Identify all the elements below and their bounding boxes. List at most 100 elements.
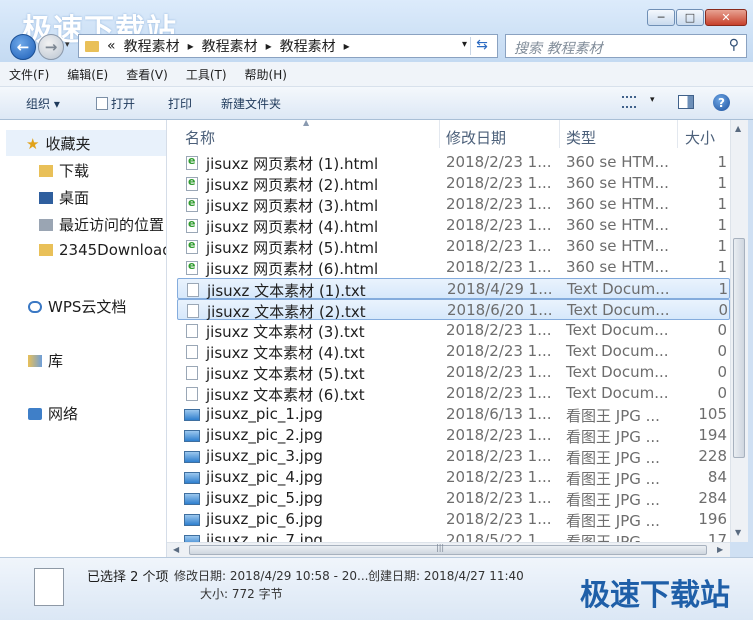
file-row[interactable]: jisuxz_pic_6.jpg 2018/2/23 1... 看图王 JPG ..… <box>177 509 730 530</box>
refresh-icon[interactable]: ⇆ <box>470 37 493 55</box>
file-name: jisuxz 网页素材 (4).html <box>206 218 379 236</box>
file-name: jisuxz_pic_7.jpg <box>206 531 323 542</box>
search-input[interactable]: 搜索 教程素材 ⚲ <box>505 34 747 58</box>
breadcrumb-separator[interactable]: ▸ <box>266 39 272 53</box>
file-type: 360 se HTM... <box>566 237 669 255</box>
file-row[interactable]: jisuxz_pic_3.jpg 2018/2/23 1... 看图王 JPG ..… <box>177 446 730 467</box>
file-row[interactable]: jisuxz 文本素材 (2).txt 2018/6/20 1... Text Do… <box>177 299 730 321</box>
nav-desktop[interactable]: 桌面 <box>39 187 89 208</box>
file-name: jisuxz 文本素材 (4).txt <box>206 344 365 362</box>
search-icon[interactable]: ⚲ <box>729 37 739 53</box>
breadcrumb-item[interactable]: 教程素材 <box>124 36 180 56</box>
menu-help[interactable]: 帮助(H) <box>236 66 296 83</box>
open-button[interactable]: 打开 <box>96 95 135 112</box>
recent-pages-dropdown[interactable]: ▾ <box>65 40 70 50</box>
address-bar[interactable]: « 教程素材 ▸ 教程素材 ▸ 教程素材 ▸ ▾ ⇆ <box>78 34 498 58</box>
nav-downloads[interactable]: 下载 <box>39 160 89 181</box>
folder-icon <box>85 40 99 52</box>
column-divider[interactable] <box>677 120 678 148</box>
preview-pane-icon[interactable] <box>678 95 694 109</box>
horizontal-scroll-thumb[interactable]: ||| <box>189 543 707 555</box>
file-name: jisuxz 网页素材 (1).html <box>206 155 379 173</box>
file-row[interactable]: jisuxz 文本素材 (4).txt 2018/2/23 1... Text Do… <box>177 341 730 362</box>
vertical-scrollbar[interactable]: ▲ ▼ <box>730 120 748 542</box>
column-divider[interactable] <box>439 120 440 148</box>
watermark-logo-bottom: 极速下载站 <box>580 578 730 613</box>
file-name: jisuxz_pic_6.jpg <box>206 510 323 528</box>
horizontal-scrollbar[interactable]: ◀ ||| ▶ <box>167 542 730 558</box>
file-row[interactable]: jisuxz 网页素材 (5).html 2018/2/23 1... 360 se… <box>177 236 730 257</box>
file-row[interactable]: jisuxz 文本素材 (5).txt 2018/2/23 1... Text Do… <box>177 362 730 383</box>
document-icon <box>96 97 108 110</box>
print-button[interactable]: 打印 <box>168 95 192 112</box>
file-row[interactable]: jisuxz 网页素材 (3).html 2018/2/23 1... 360 se… <box>177 194 730 215</box>
file-type: 360 se HTM... <box>566 216 669 234</box>
organize-button[interactable]: 组织 ▾ <box>26 95 60 112</box>
recent-places-icon <box>39 218 53 231</box>
scroll-down-button[interactable]: ▼ <box>735 528 741 537</box>
breadcrumb-separator[interactable]: ▸ <box>188 39 194 53</box>
file-name: jisuxz 文本素材 (2).txt <box>207 303 366 321</box>
html-file-icon <box>186 196 198 212</box>
file-name: jisuxz_pic_5.jpg <box>206 489 323 507</box>
back-button[interactable]: ← <box>10 34 36 60</box>
txt-file-icon <box>186 366 198 380</box>
file-row[interactable]: jisuxz 网页素材 (1).html 2018/2/23 1... 360 se… <box>177 152 730 173</box>
file-date: 2018/2/23 1... <box>446 447 552 465</box>
file-date: 2018/2/23 1... <box>446 363 552 381</box>
nav-favorites[interactable]: ★ 收藏夹 <box>26 133 90 154</box>
scroll-up-button[interactable]: ▲ <box>735 124 741 133</box>
nav-wps-cloud[interactable]: WPS云文档 <box>28 296 126 317</box>
file-row[interactable]: jisuxz_pic_4.jpg 2018/2/23 1... 看图王 JPG ..… <box>177 467 730 488</box>
help-icon[interactable]: ? <box>713 94 730 111</box>
scroll-right-button[interactable]: ▶ <box>717 545 723 554</box>
view-options-icon[interactable] <box>622 96 636 108</box>
minimize-button[interactable]: ─ <box>647 9 675 26</box>
column-header-date[interactable]: 修改日期 <box>446 127 506 148</box>
column-divider[interactable] <box>559 120 560 148</box>
menu-edit[interactable]: 编辑(E) <box>58 66 117 83</box>
breadcrumb-item[interactable]: 教程素材 <box>202 36 258 56</box>
jpg-file-icon <box>184 430 200 442</box>
menu-view[interactable]: 查看(V) <box>117 66 177 83</box>
new-folder-button[interactable]: 新建文件夹 <box>221 95 281 112</box>
menu-file[interactable]: 文件(F) <box>0 66 58 83</box>
file-row[interactable]: jisuxz 文本素材 (1).txt 2018/4/29 1... Text Do… <box>177 278 730 300</box>
file-row[interactable]: jisuxz_pic_7.jpg 2018/5/22 1... 看图王 JPG ..… <box>177 530 730 542</box>
breadcrumb-item[interactable]: 教程素材 <box>280 36 336 56</box>
file-row[interactable]: jisuxz 网页素材 (4).html 2018/2/23 1... 360 se… <box>177 215 730 236</box>
nav-network[interactable]: 网络 <box>28 403 78 424</box>
nav-library[interactable]: 库 <box>28 350 63 371</box>
address-overflow[interactable]: « <box>107 38 116 54</box>
file-row[interactable]: jisuxz_pic_1.jpg 2018/6/13 1... 看图王 JPG ..… <box>177 404 730 425</box>
file-row[interactable]: jisuxz 文本素材 (6).txt 2018/2/23 1... Text Do… <box>177 383 730 404</box>
column-header-type[interactable]: 类型 <box>566 127 596 148</box>
nav-recent[interactable]: 最近访问的位置 <box>39 214 164 235</box>
jpg-file-icon <box>184 472 200 484</box>
search-placeholder: 搜索 教程素材 <box>514 41 603 57</box>
view-dropdown-button[interactable]: ▾ <box>650 95 655 105</box>
file-date: 2018/2/23 1... <box>446 384 552 402</box>
maximize-button[interactable]: □ <box>676 9 704 26</box>
file-row[interactable]: jisuxz_pic_5.jpg 2018/2/23 1... 看图王 JPG ..… <box>177 488 730 509</box>
forward-button[interactable]: → <box>38 34 64 60</box>
file-row[interactable]: jisuxz 文本素材 (3).txt 2018/2/23 1... Text Do… <box>177 320 730 341</box>
nav-2345downloads[interactable]: 2345Downloads <box>39 241 166 259</box>
column-header-name[interactable]: 名称 <box>185 127 215 148</box>
column-header-size[interactable]: 大小 <box>685 127 715 148</box>
menu-tools[interactable]: 工具(T) <box>177 66 236 83</box>
arrow-right-icon: → <box>44 38 58 56</box>
file-size: 0 <box>717 321 727 339</box>
address-dropdown-button[interactable]: ▾ <box>462 39 467 50</box>
vertical-scroll-thumb[interactable] <box>733 238 745 458</box>
file-size: 1 <box>717 195 727 213</box>
file-size: 17 <box>707 531 727 542</box>
file-type: 360 se HTM... <box>566 153 669 171</box>
scroll-left-button[interactable]: ◀ <box>173 545 179 554</box>
file-row[interactable]: jisuxz 网页素材 (6).html 2018/2/23 1... 360 se… <box>177 257 730 278</box>
close-button[interactable]: ✕ <box>705 9 747 26</box>
breadcrumb-separator[interactable]: ▸ <box>344 39 350 53</box>
file-row[interactable]: jisuxz 网页素材 (2).html 2018/2/23 1... 360 se… <box>177 173 730 194</box>
file-date: 2018/2/23 1... <box>446 468 552 486</box>
file-row[interactable]: jisuxz_pic_2.jpg 2018/2/23 1... 看图王 JPG ..… <box>177 425 730 446</box>
